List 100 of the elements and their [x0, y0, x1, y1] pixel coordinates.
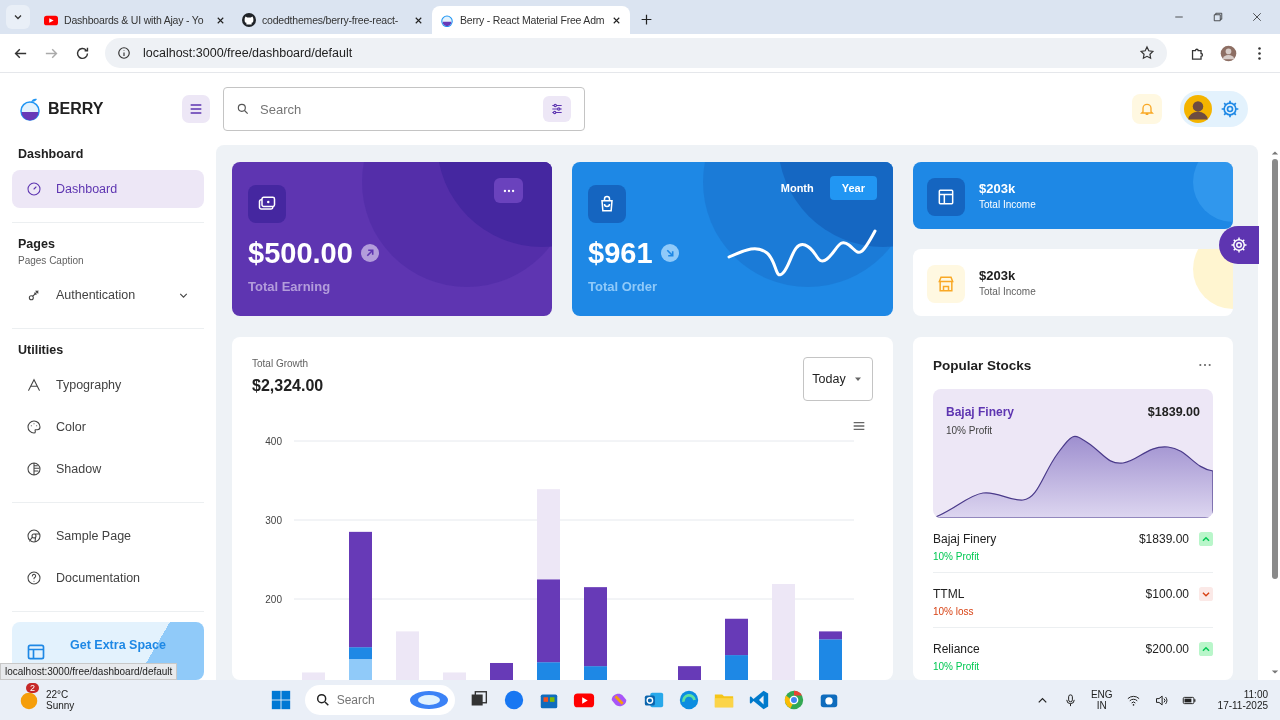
stocks-title: Popular Stocks: [933, 357, 1032, 373]
nav-item[interactable]: Color: [12, 408, 204, 446]
ring-icon[interactable]: [408, 690, 449, 710]
url-text: localhost:3000/free/dashboard/default: [143, 46, 353, 60]
nav-icon: [26, 528, 42, 544]
tab-title: Dashboards & UI with Ajay - Yo: [64, 14, 205, 26]
order-value: $961: [588, 236, 653, 270]
speaker-icon[interactable]: [1153, 692, 1169, 708]
wallet-icon: [248, 185, 286, 223]
browser-tab[interactable]: Berry - React Material Free Adm: [432, 6, 630, 34]
income-value: $203k: [979, 268, 1017, 283]
scrollbar-thumb[interactable]: [1272, 159, 1278, 579]
profile-button[interactable]: [1180, 91, 1248, 127]
section-title: Pages: [17, 237, 56, 251]
clock[interactable]: 11:00 17-11-2025: [1217, 689, 1268, 711]
section-title: Dashboard: [17, 147, 85, 161]
growth-value: $2,324.00: [252, 377, 324, 395]
stock-price: $1839.00: [1147, 405, 1200, 419]
axis-label: 400: [265, 436, 282, 447]
scroll-up-icon[interactable]: [1271, 149, 1279, 157]
nav-item[interactable]: Shadow: [12, 450, 204, 488]
search-icon: [314, 692, 331, 708]
new-tab-icon[interactable]: [640, 13, 653, 26]
temperature: 22°C: [46, 689, 70, 700]
settings-button[interactable]: [1219, 226, 1259, 264]
restore-icon[interactable]: [1212, 11, 1224, 23]
stock-change: 10% loss: [933, 606, 975, 617]
weather-condition: Sunny: [46, 700, 75, 711]
bag-icon: [588, 185, 626, 223]
sliders-icon: [550, 102, 564, 116]
period-toggle[interactable]: Month: [768, 176, 826, 200]
nav-item[interactable]: Sample Page: [12, 517, 204, 555]
section-title: Utilities: [17, 343, 65, 357]
axis-label: 300: [265, 515, 282, 526]
nav-icon: [26, 461, 42, 477]
stock-price: $200.00: [1145, 642, 1189, 656]
stock-name: Reliance: [933, 642, 981, 656]
chevron-up-icon: [1199, 532, 1213, 546]
period-select[interactable]: Today: [803, 357, 873, 401]
table-icon: [927, 178, 965, 216]
income-label: Total Income: [979, 199, 1036, 210]
stock-change: 10% Profit: [933, 551, 981, 562]
order-label: Total Order: [588, 279, 659, 294]
menu-button[interactable]: [182, 95, 210, 123]
nav-icon: [26, 419, 42, 435]
stock-change: 10% Profit: [933, 661, 981, 672]
search-icon: [236, 102, 250, 116]
flask-icon: [440, 13, 454, 27]
nav-item[interactable]: Dashboard: [12, 170, 204, 208]
status-url: localhost:3000/free/dashboard/default: [0, 663, 178, 680]
browser-icon[interactable]: [782, 689, 805, 711]
store-icon: [927, 265, 965, 303]
nav-item[interactable]: Typography: [12, 366, 204, 404]
nav-icon: [26, 181, 42, 197]
browser-tab[interactable]: Dashboards & UI with Ajay - Yo: [36, 6, 234, 34]
stock-price: $100.00: [1145, 587, 1189, 601]
wave-app-icon[interactable]: [677, 689, 700, 711]
bell-icon: [1139, 101, 1155, 117]
search-field[interactable]: Search: [223, 87, 585, 131]
stock-change: 10% Profit: [946, 425, 994, 436]
axis-label: 200: [265, 594, 282, 605]
code-editor-icon[interactable]: [747, 689, 770, 711]
weather-badge: 2: [26, 683, 39, 693]
avatar: [1184, 95, 1212, 123]
stock-name: Bajaj Finery: [933, 532, 998, 546]
browser-tab[interactable]: codedthemes/berry-free-react-: [234, 6, 432, 34]
brand-name: BERRY: [48, 100, 104, 118]
filter-button[interactable]: [543, 96, 571, 122]
address-bar[interactable]: localhost:3000/free/dashboard/default: [105, 38, 1167, 68]
menu-icon: [188, 101, 204, 117]
close-icon[interactable]: [1251, 11, 1263, 23]
tab-title: Berry - React Material Free Adm: [460, 14, 605, 26]
income-label: Total Income: [979, 286, 1036, 297]
tab-title: codedthemes/berry-free-react-: [262, 14, 399, 26]
profile-avatar[interactable]: [1220, 44, 1237, 62]
earning-label: Total Earning: [248, 279, 332, 294]
info-icon: [117, 46, 131, 60]
settings-icon: [1230, 236, 1248, 254]
nav-icon: [26, 377, 42, 393]
language-indicator[interactable]: ENG IN: [1090, 689, 1113, 711]
circle-app-icon[interactable]: [502, 689, 525, 711]
nav-item[interactable]: Authentication: [12, 276, 204, 314]
star-icon[interactable]: [1139, 45, 1155, 61]
cat-icon: [242, 13, 256, 27]
windows-icon[interactable]: [269, 689, 292, 711]
nav-icon: [26, 570, 42, 586]
arrow-up-icon: [360, 244, 379, 262]
play-icon: [44, 13, 58, 27]
scroll-down-icon[interactable]: [1271, 668, 1279, 676]
earning-value: $500.00: [248, 236, 353, 270]
settings-icon: [1220, 99, 1240, 119]
nav-item[interactable]: Documentation: [12, 559, 204, 597]
arrow-down-icon: [660, 244, 679, 262]
stock-name: Bajaj Finery: [946, 405, 1015, 419]
table-icon: [26, 642, 46, 662]
chevron-down-icon: [1199, 587, 1213, 601]
section-caption: Pages Caption: [17, 255, 85, 266]
growth-caption: Total Growth: [252, 358, 310, 369]
stock-name: TTML: [933, 587, 966, 601]
chevron-up-icon: [1199, 642, 1213, 656]
